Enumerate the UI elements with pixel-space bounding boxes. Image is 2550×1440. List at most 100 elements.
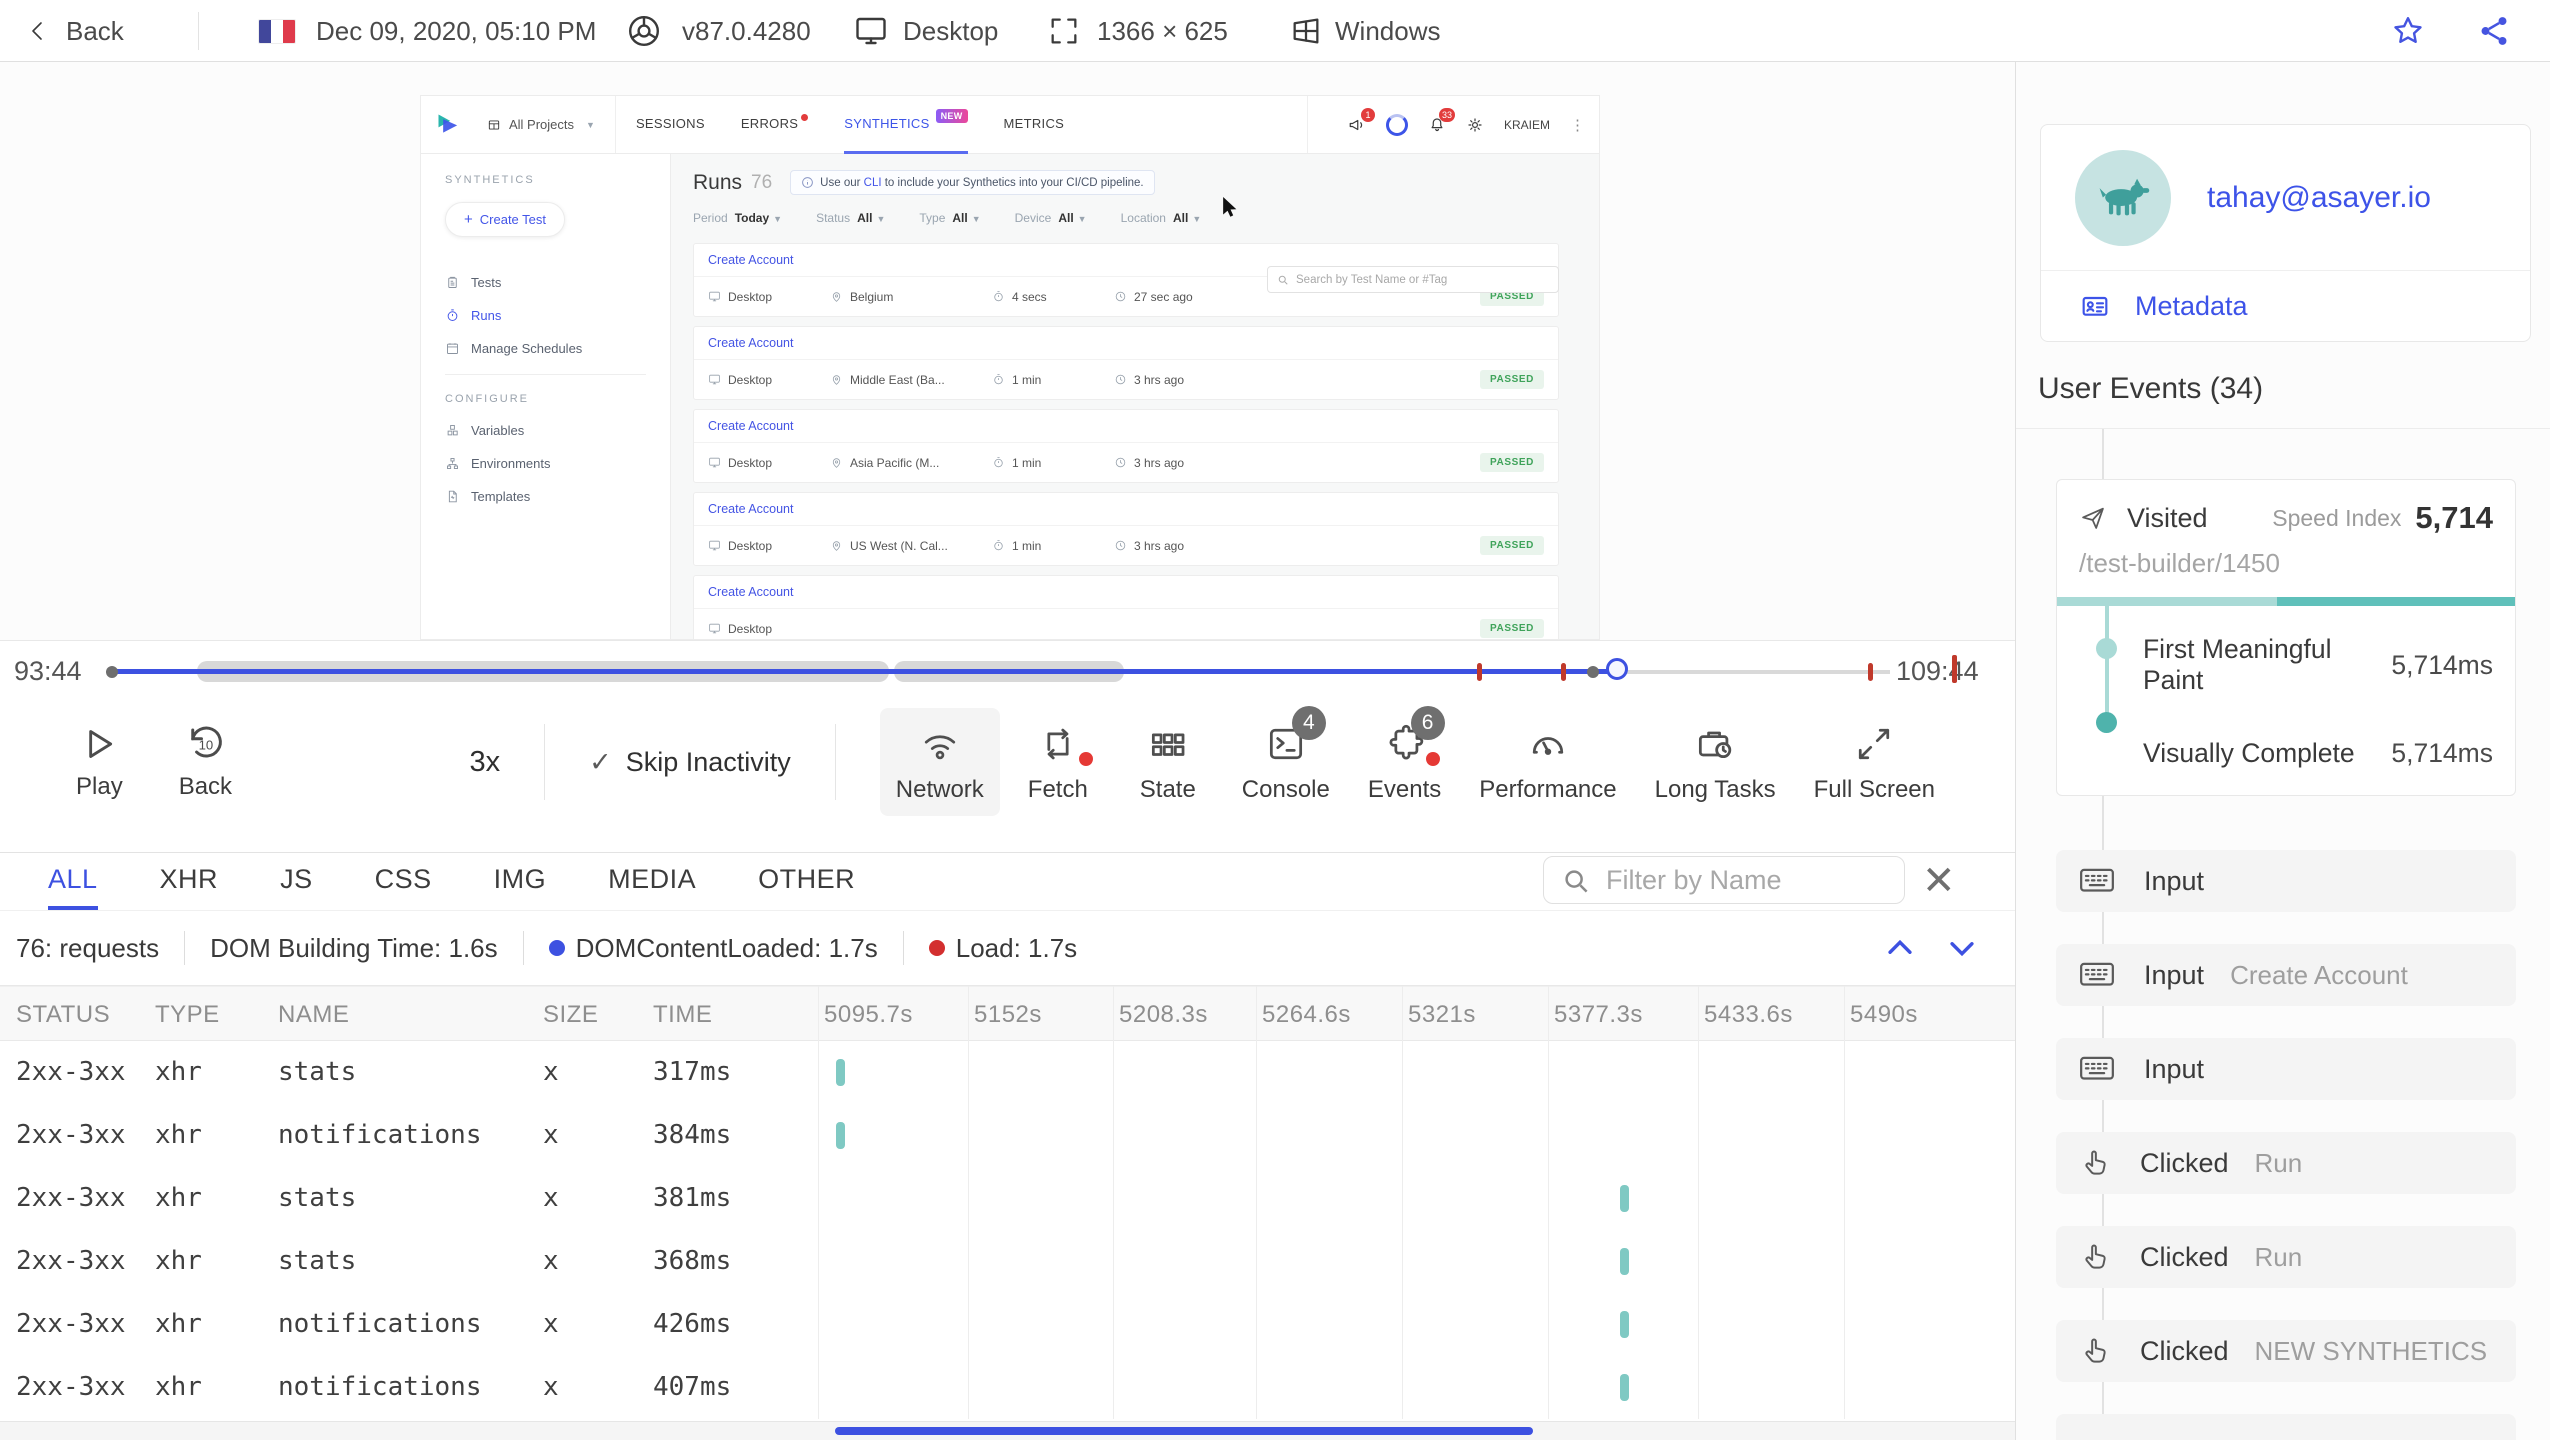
sidebar-item-environments[interactable]: Environments xyxy=(445,456,646,471)
run-name-link[interactable]: Create Account xyxy=(694,410,1558,443)
user-event-click[interactable]: Clicked NEW SYNTHETICS xyxy=(2056,1320,2516,1382)
filter-period[interactable]: Period Today ▼ xyxy=(693,211,782,225)
waterfall-bar xyxy=(836,1122,845,1149)
red-dot xyxy=(928,940,945,956)
announcements-icon[interactable]: 1 xyxy=(1348,107,1375,134)
sidebar-item-tests[interactable]: Tests xyxy=(445,275,646,290)
run-card[interactable]: Create Account Desktop Middle East (Ba..… xyxy=(693,326,1559,400)
sidebar-item-manage-schedules[interactable]: Manage Schedules xyxy=(445,341,646,356)
favorite-star-icon[interactable] xyxy=(2391,0,2425,62)
table-row[interactable]: 2xx-3xx xhr notifications x 426ms xyxy=(0,1293,2015,1356)
share-icon[interactable] xyxy=(2477,0,2511,62)
back-10-button[interactable]: 10 Back xyxy=(179,723,232,801)
events-panel-button[interactable]: 6 Events xyxy=(1352,706,1457,816)
browser-version: v87.0.4280 xyxy=(682,15,811,46)
errors-dot xyxy=(801,113,809,121)
dom-content-loaded: DOMContentLoaded: 1.7s xyxy=(548,933,878,964)
visited-event-card[interactable]: Visited Speed Index 5,714 /test-builder/… xyxy=(2056,479,2516,796)
timeline-track[interactable] xyxy=(106,641,1890,703)
timeline[interactable]: 93:44 109:44 xyxy=(0,641,2015,703)
filter-location[interactable]: Location All ▼ xyxy=(1121,211,1202,225)
state-panel-button[interactable]: State xyxy=(1116,708,1220,816)
full-screen-panel-button[interactable]: Full Screen xyxy=(1798,708,1951,816)
tab-all[interactable]: ALL xyxy=(48,853,98,910)
app-nav-errors[interactable]: ERRORS xyxy=(741,96,809,154)
gear-icon[interactable] xyxy=(1466,116,1484,134)
run-card-partial[interactable]: Create Account Desktop PASSED xyxy=(693,575,1559,639)
divider xyxy=(522,931,524,965)
filter-device[interactable]: Device All ▼ xyxy=(1015,211,1087,225)
check-icon: ✓ xyxy=(589,746,612,777)
run-name-link[interactable]: Create Account xyxy=(694,576,1558,609)
status-badge: PASSED xyxy=(1480,536,1544,555)
table-row[interactable]: 2xx-3xx xhr stats x 317ms xyxy=(0,1041,2015,1104)
user-event-click[interactable]: Clicked Run xyxy=(2056,1132,2516,1194)
run-name-link[interactable]: Create Account xyxy=(694,493,1558,526)
replayed-app: All Projects ▼ SESSIONS ERRORS SYNTHETIC… xyxy=(420,95,1600,640)
scrollbar-thumb[interactable] xyxy=(835,1427,1533,1435)
sidebar-item-variables[interactable]: Variables xyxy=(445,423,646,438)
back-button[interactable]: Back xyxy=(26,0,124,62)
app-username[interactable]: KRAIEM xyxy=(1504,118,1550,132)
info-icon xyxy=(802,177,814,188)
tab-media[interactable]: MEDIA xyxy=(608,853,696,910)
table-row[interactable]: 2xx-3xx xhr notifications x 384ms xyxy=(0,1104,2015,1167)
cli-link[interactable]: CLI xyxy=(864,177,882,189)
table-row[interactable]: 2xx-3xx xhr stats x 368ms xyxy=(0,1230,2015,1293)
sidebar-item-templates[interactable]: Templates xyxy=(445,489,646,504)
app-nav-synthetics[interactable]: SYNTHETICS NEW xyxy=(844,96,968,154)
network-panel: ALL XHR JS CSS IMG MEDIA OTHER ✕ 76: req… xyxy=(0,852,2015,1440)
state-grid-icon xyxy=(1151,733,1185,756)
paper-plane-icon xyxy=(2082,507,2104,529)
app-main: Runs 76 Use our CLI to include your Synt… xyxy=(671,154,1599,639)
console-panel-button[interactable]: 4 Console xyxy=(1226,706,1346,816)
time-column-label: 5095.7s xyxy=(824,1001,913,1028)
speed-toggle[interactable]: 3x xyxy=(469,746,500,779)
jump-up-icon[interactable] xyxy=(1883,931,1917,965)
divider xyxy=(834,724,836,800)
performance-panel-button[interactable]: Performance xyxy=(1463,708,1632,816)
notifications-bell-icon[interactable]: 33 xyxy=(1428,107,1455,134)
test-search-input[interactable] xyxy=(1267,266,1559,293)
user-event-partial[interactable] xyxy=(2056,1414,2516,1440)
clipboard-icon xyxy=(448,276,457,288)
fetch-panel-button[interactable]: Fetch xyxy=(1006,708,1110,816)
sidebar-item-runs[interactable]: Runs xyxy=(445,308,646,323)
app-nav-sessions[interactable]: SESSIONS xyxy=(636,96,705,154)
tab-css[interactable]: CSS xyxy=(375,853,432,910)
table-row[interactable]: 2xx-3xx xhr stats x 381ms xyxy=(0,1167,2015,1230)
long-tasks-panel-button[interactable]: Long Tasks xyxy=(1639,708,1792,816)
run-name-link[interactable]: Create Account xyxy=(694,327,1558,360)
network-panel-button[interactable]: Network xyxy=(879,708,1000,816)
play-button[interactable]: Play xyxy=(76,723,123,801)
desktop-icon xyxy=(709,540,720,551)
app-nav-metrics[interactable]: METRICS xyxy=(1004,96,1065,154)
tab-js[interactable]: JS xyxy=(280,853,313,910)
keyboard-icon xyxy=(2080,1056,2114,1080)
skip-inactivity-toggle[interactable]: ✓ Skip Inactivity xyxy=(589,747,791,778)
filter-type[interactable]: Type All ▼ xyxy=(919,211,980,225)
project-selector[interactable]: All Projects ▼ xyxy=(487,117,595,132)
metadata-button[interactable]: Metadata xyxy=(2041,271,2530,341)
run-card[interactable]: Create Account Desktop US West (N. Cal..… xyxy=(693,492,1559,566)
user-event-input[interactable]: Input Create Account xyxy=(2056,944,2516,1006)
table-row[interactable]: 2xx-3xx xhr notifications x 407ms xyxy=(0,1356,2015,1419)
network-stats: 76: requests DOM Building Time: 1.6s DOM… xyxy=(0,911,2015,986)
tab-xhr[interactable]: XHR xyxy=(160,853,219,910)
user-event-click[interactable]: Clicked Run xyxy=(2056,1226,2516,1288)
create-test-button[interactable]: + Create Test xyxy=(445,202,566,237)
run-card[interactable]: Create Account Desktop Asia Pacific (M..… xyxy=(693,409,1559,483)
horizontal-scrollbar[interactable] xyxy=(0,1421,2015,1440)
tab-img[interactable]: IMG xyxy=(494,853,547,910)
filter-by-name-input[interactable] xyxy=(1543,856,1905,904)
user-email-link[interactable]: tahay@asayer.io xyxy=(2207,181,2431,215)
section-title: SYNTHETICS xyxy=(445,174,535,186)
more-menu-icon[interactable]: ⋮ xyxy=(1570,116,1585,134)
jump-down-icon[interactable] xyxy=(1945,931,1979,965)
divider xyxy=(614,96,616,153)
user-event-input[interactable]: Input xyxy=(2056,850,2516,912)
filter-status[interactable]: Status All ▼ xyxy=(816,211,885,225)
close-panel-icon[interactable]: ✕ xyxy=(1922,855,1956,907)
tab-other[interactable]: OTHER xyxy=(758,853,855,910)
user-event-input[interactable]: Input xyxy=(2056,1038,2516,1100)
